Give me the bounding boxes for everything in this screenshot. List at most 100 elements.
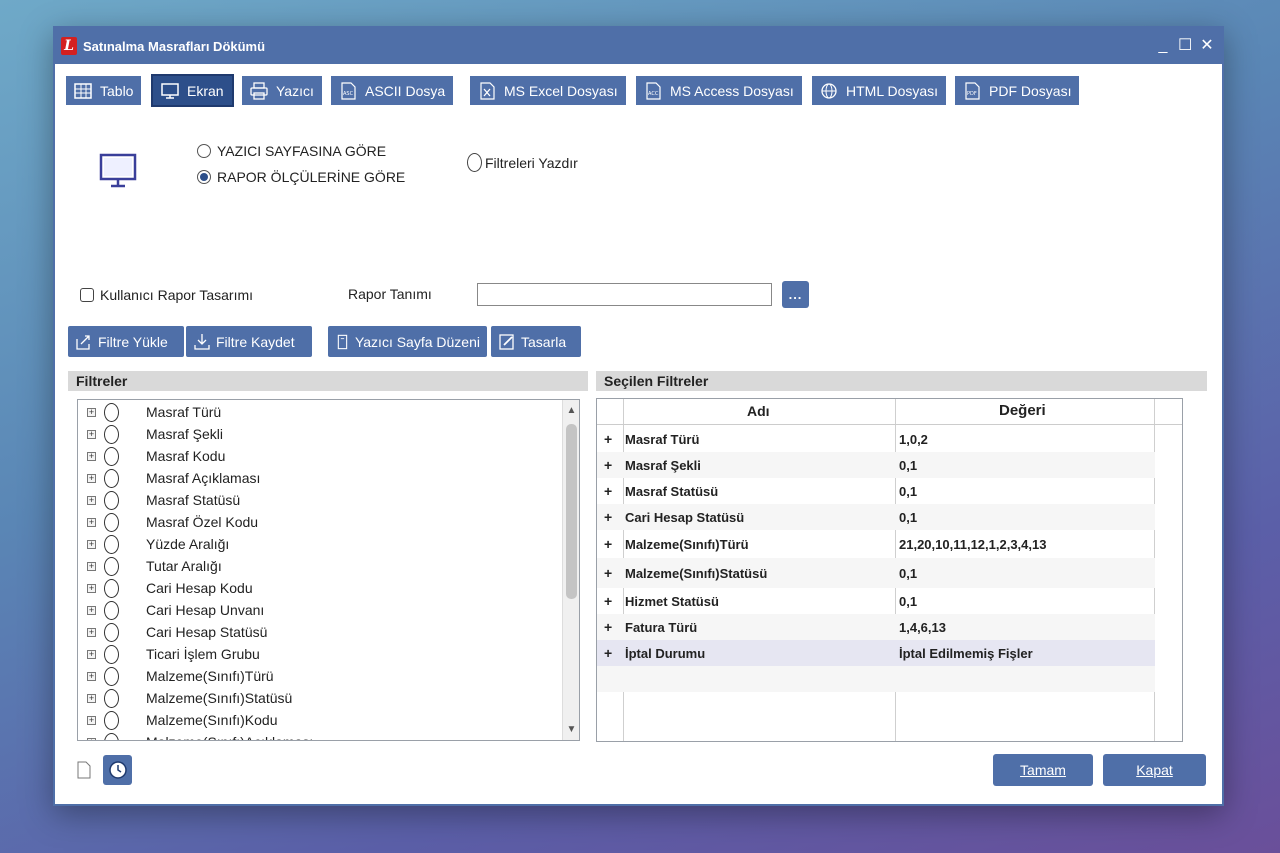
filter-list-item[interactable]: + Yüzde Aralığı <box>78 533 563 555</box>
expand-icon[interactable]: + <box>87 605 96 615</box>
selected-filter-row[interactable]: + Masraf Türü 1,0,2 <box>597 426 1155 452</box>
filter-list-item[interactable]: + Masraf Şekli <box>78 423 563 445</box>
expand-icon[interactable]: + <box>87 429 96 439</box>
filter-radio-icon[interactable] <box>104 512 119 532</box>
filter-radio-icon[interactable] <box>104 556 119 576</box>
minimize-button[interactable]: _ <box>1156 38 1170 54</box>
expand-row-icon[interactable]: + <box>604 565 612 581</box>
expand-row-icon[interactable]: + <box>604 645 612 661</box>
filter-radio-icon[interactable] <box>104 600 119 620</box>
expand-row-icon[interactable]: + <box>604 536 612 552</box>
filter-list-item[interactable]: + Malzeme(Sınıfı)Statüsü <box>78 687 563 709</box>
filter-list-item[interactable]: + Masraf Statüsü <box>78 489 563 511</box>
filter-list-item[interactable]: + Masraf Açıklaması <box>78 467 563 489</box>
filter-list-item[interactable]: + Tutar Aralığı <box>78 555 563 577</box>
tab-ekran[interactable]: Ekran <box>151 74 234 107</box>
filter-scrollbar[interactable]: ▲ ▼ <box>562 400 579 740</box>
close-window-button[interactable]: ✕ <box>1200 38 1214 54</box>
filter-radio-icon[interactable] <box>104 578 119 598</box>
scroll-thumb[interactable] <box>566 424 577 599</box>
tab-ascii[interactable]: ASC ASCII Dosya <box>331 76 454 105</box>
filter-list-item[interactable]: + Malzeme(Sınıfı)Açıklaması <box>78 731 563 740</box>
expand-icon[interactable]: + <box>87 693 96 703</box>
scroll-down-icon[interactable]: ▼ <box>563 721 579 738</box>
report-definition-input[interactable] <box>477 283 772 306</box>
filter-radio-icon[interactable] <box>104 732 119 740</box>
expand-row-icon[interactable]: + <box>604 593 612 609</box>
selected-filter-row[interactable]: + Fatura Türü 1,4,6,13 <box>597 614 1155 640</box>
filter-radio-icon[interactable] <box>104 666 119 686</box>
expand-icon[interactable]: + <box>87 671 96 681</box>
selected-filter-row[interactable]: + Hizmet Statüsü 0,1 <box>597 588 1155 614</box>
design-button[interactable]: Tasarla <box>491 326 581 357</box>
selected-filter-row[interactable]: + Cari Hesap Statüsü 0,1 <box>597 504 1155 530</box>
browse-button[interactable]: ... <box>782 281 809 308</box>
filter-radio-icon[interactable] <box>104 622 119 642</box>
close-button[interactable]: Kapat <box>1103 754 1206 786</box>
expand-icon[interactable]: + <box>87 539 96 549</box>
filter-list-item[interactable]: + Cari Hesap Kodu <box>78 577 563 599</box>
print-filters-option[interactable]: Filtreleri Yazdır <box>467 153 578 172</box>
ok-button[interactable]: Tamam <box>993 754 1093 786</box>
filter-list-item[interactable]: + Malzeme(Sınıfı)Türü <box>78 665 563 687</box>
expand-icon[interactable]: + <box>87 583 96 593</box>
tab-tablo[interactable]: Tablo <box>66 76 142 105</box>
filter-list-item[interactable]: + Masraf Özel Kodu <box>78 511 563 533</box>
expand-row-icon[interactable]: + <box>604 509 612 525</box>
tab-excel[interactable]: MS Excel Dosyası <box>470 76 626 105</box>
filter-list-item[interactable]: + Cari Hesap Unvanı <box>78 599 563 621</box>
filter-list-item[interactable]: + Cari Hesap Statüsü <box>78 621 563 643</box>
tab-html[interactable]: HTML Dosyası <box>812 76 947 105</box>
radio-report-size-circle[interactable] <box>197 170 211 184</box>
filter-list-item[interactable]: + Masraf Türü <box>78 401 563 423</box>
selected-filter-row[interactable]: + Masraf Şekli 0,1 <box>597 452 1155 478</box>
filter-radio-icon[interactable] <box>104 490 119 510</box>
user-report-design-checkbox[interactable] <box>80 288 94 302</box>
radio-report-size[interactable]: RAPOR ÖLÇÜLERİNE GÖRE <box>197 169 405 185</box>
filter-list-item[interactable]: + Ticari İşlem Grubu <box>78 643 563 665</box>
filter-list-item[interactable]: + Malzeme(Sınıfı)Kodu <box>78 709 563 731</box>
filter-radio-icon[interactable] <box>104 468 119 488</box>
filter-radio-icon[interactable] <box>104 534 119 554</box>
tab-access[interactable]: ACC MS Access Dosyası <box>636 76 802 105</box>
expand-icon[interactable]: + <box>87 495 96 505</box>
filter-radio-icon[interactable] <box>104 688 119 708</box>
expand-icon[interactable]: + <box>87 451 96 461</box>
expand-row-icon[interactable]: + <box>604 619 612 635</box>
radio-printer-page[interactable]: YAZICI SAYFASINA GÖRE <box>197 143 386 159</box>
expand-icon[interactable]: + <box>87 407 96 417</box>
expand-icon[interactable]: + <box>87 627 96 637</box>
tab-yazici[interactable]: Yazıcı <box>242 76 322 105</box>
schedule-button[interactable] <box>103 755 132 785</box>
new-document-icon[interactable] <box>77 761 91 779</box>
expand-row-icon[interactable]: + <box>604 431 612 447</box>
filter-radio-icon[interactable] <box>104 424 119 444</box>
expand-icon[interactable]: + <box>87 649 96 659</box>
expand-icon[interactable]: + <box>87 473 96 483</box>
selected-filter-row[interactable]: + İptal Durumu İptal Edilmemiş Fişler <box>597 640 1155 666</box>
selected-filter-row[interactable]: + Malzeme(Sınıfı)Statüsü 0,1 <box>597 558 1155 588</box>
radio-printer-page-circle[interactable] <box>197 144 211 158</box>
filter-item-label: Cari Hesap Statüsü <box>146 624 268 640</box>
save-filter-button[interactable]: Filtre Kaydet <box>186 326 312 357</box>
filter-list-item[interactable]: + Masraf Kodu <box>78 445 563 467</box>
load-filter-button[interactable]: Filtre Yükle <box>68 326 184 357</box>
expand-icon[interactable]: + <box>87 561 96 571</box>
filter-radio-icon[interactable] <box>104 710 119 730</box>
expand-icon[interactable]: + <box>87 715 96 725</box>
maximize-button[interactable]: ☐ <box>1178 38 1192 54</box>
expand-row-icon[interactable]: + <box>604 457 612 473</box>
filter-radio-icon[interactable] <box>104 402 119 422</box>
page-setup-button[interactable]: Yazıcı Sayfa Düzeni <box>328 326 487 357</box>
tab-pdf[interactable]: PDF PDF Dosyası <box>955 76 1080 105</box>
expand-icon[interactable]: + <box>87 737 96 740</box>
filter-radio-icon[interactable] <box>104 446 119 466</box>
expand-icon[interactable]: + <box>87 517 96 527</box>
selected-filter-row[interactable]: + Malzeme(Sınıfı)Türü 21,20,10,11,12,1,2,3… <box>597 530 1155 558</box>
filter-radio-icon[interactable] <box>104 644 119 664</box>
scroll-up-icon[interactable]: ▲ <box>563 402 579 419</box>
selected-filter-row[interactable]: + Masraf Statüsü 0,1 <box>597 478 1155 504</box>
user-report-design-option[interactable]: Kullanıcı Rapor Tasarımı <box>80 287 253 303</box>
print-filters-toggle[interactable] <box>467 153 482 172</box>
expand-row-icon[interactable]: + <box>604 483 612 499</box>
